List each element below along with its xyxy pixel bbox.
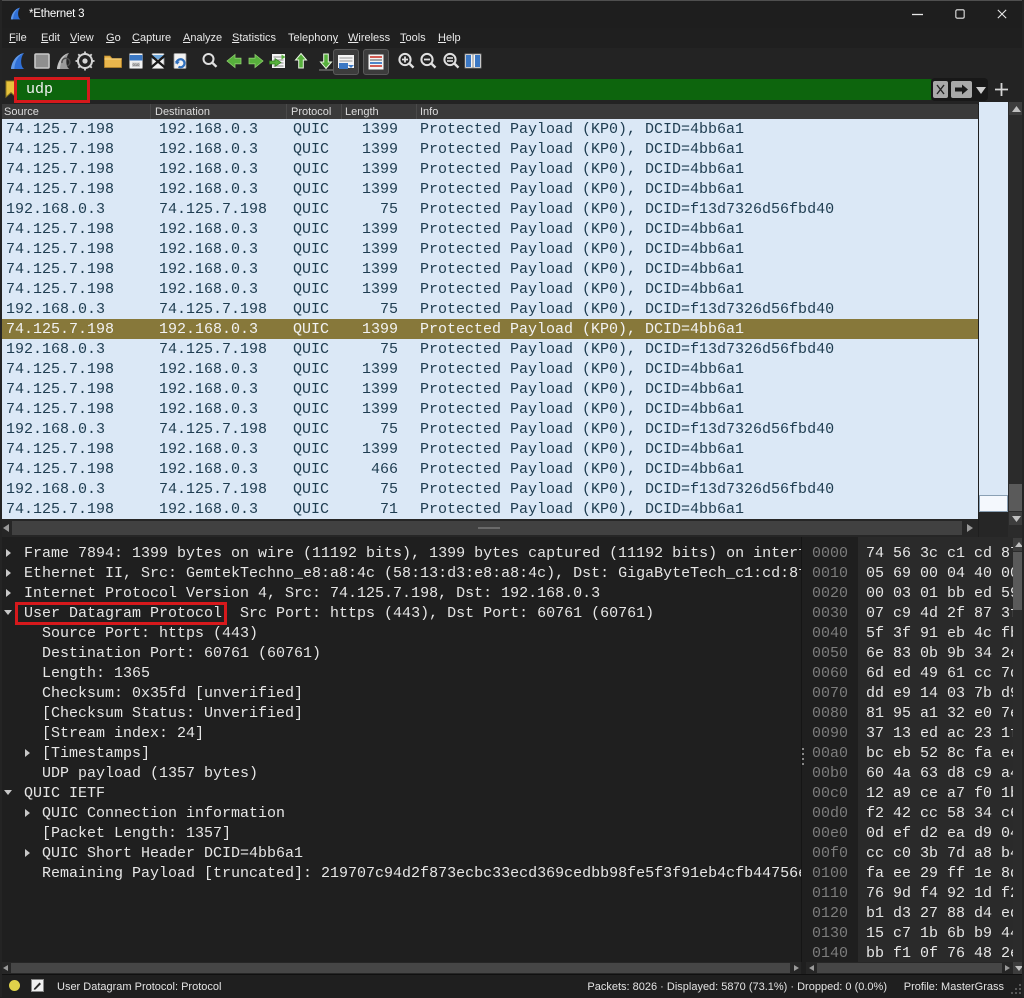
svg-text:010: 010 <box>133 62 140 67</box>
